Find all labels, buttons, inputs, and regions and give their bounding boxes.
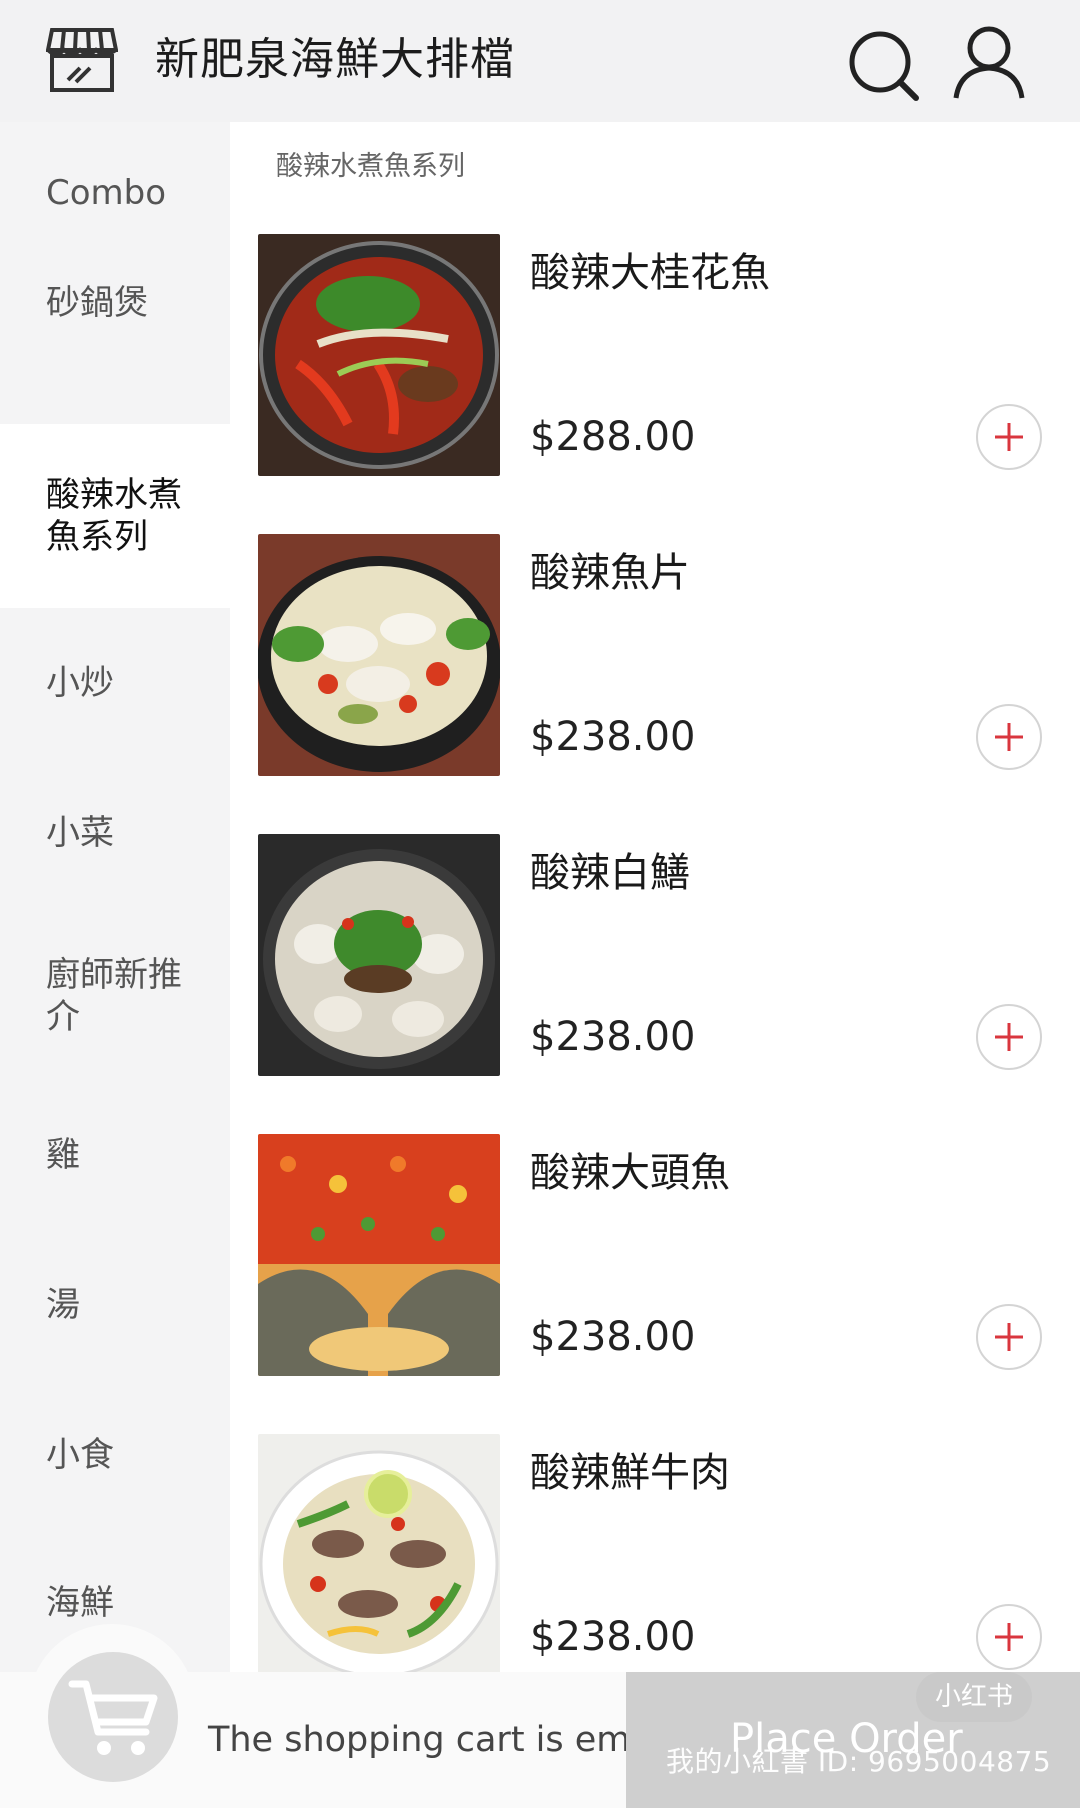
add-to-cart-button[interactable] (976, 1604, 1042, 1670)
sidebar-item-label: 小菜 (46, 813, 114, 853)
plus-icon (995, 723, 1023, 751)
sidebar-item-soup[interactable]: 湯 (0, 1284, 230, 1334)
dish-item[interactable]: 酸辣大頭魚 $238.00 (258, 1134, 1058, 1376)
sidebar-item-chicken[interactable]: 雞 (0, 1134, 230, 1184)
dish-price: $238.00 (530, 1314, 696, 1360)
sidebar-item-label: 廚師新推介 (46, 955, 182, 1037)
sidebar-item-label: 砂鍋煲 (46, 283, 148, 323)
sidebar-item-sour-spicy-fish[interactable]: 酸辣水煮魚系列 (0, 424, 230, 608)
sidebar-item-chef-recommend[interactable]: 廚師新推介 (0, 954, 230, 1044)
dish-list: 酸辣水煮魚系列 酸辣大桂花魚 $288.00 酸辣魚片 $238.00 酸辣白鱔… (230, 122, 1080, 1808)
add-to-cart-button[interactable] (976, 404, 1042, 470)
dish-item[interactable]: 酸辣白鱔 $238.00 (258, 834, 1058, 1076)
dish-name: 酸辣魚片 (530, 550, 690, 596)
dish-price: $238.00 (530, 1014, 696, 1060)
dish-price: $238.00 (530, 714, 696, 760)
plus-icon (995, 423, 1023, 451)
dish-photo (258, 834, 500, 1076)
dish-photo (258, 234, 500, 476)
sidebar-item-label: 小食 (46, 1435, 114, 1475)
sidebar-item-side-dish[interactable]: 小菜 (0, 812, 230, 862)
sidebar-item-label: 海鮮 (46, 1583, 114, 1623)
dish-price: $238.00 (530, 1614, 696, 1660)
section-title: 酸辣水煮魚系列 (276, 151, 465, 182)
add-to-cart-button[interactable] (976, 1004, 1042, 1070)
app-title: 新肥泉海鮮大排檔 (155, 34, 515, 85)
dish-item[interactable]: 酸辣大桂花魚 $288.00 (258, 234, 1058, 476)
plus-icon (995, 1323, 1023, 1351)
sidebar-item-label: 湯 (46, 1285, 80, 1325)
dish-name: 酸辣白鱔 (530, 850, 690, 896)
watermark-logo: 小红书 (916, 1672, 1032, 1722)
sidebar-item-combo[interactable]: Combo (0, 172, 230, 222)
sidebar-item-label: Combo (46, 173, 167, 213)
watermark-text: 我的小紅書 ID: 9695004875 (666, 1745, 1052, 1778)
user-icon[interactable] (952, 24, 1026, 102)
search-icon[interactable] (846, 28, 922, 104)
store-icon (46, 28, 118, 92)
cart-icon (68, 1680, 158, 1755)
dish-name: 酸辣大頭魚 (530, 1150, 730, 1196)
cart-empty-text: The shopping cart is empty (208, 1720, 688, 1760)
sidebar-item-claypot[interactable]: 砂鍋煲 (0, 282, 230, 332)
sidebar-item-label: 小炒 (46, 663, 114, 703)
sidebar-item-label: 雞 (46, 1135, 80, 1175)
dish-item[interactable]: 酸辣鮮牛肉 $238.00 (258, 1434, 1058, 1676)
app-header: 新肥泉海鮮大排檔 (0, 0, 1080, 122)
cart-button[interactable] (48, 1652, 178, 1782)
dish-photo (258, 1134, 500, 1376)
dish-photo (258, 1434, 500, 1676)
sidebar-item-snacks[interactable]: 小食 (0, 1434, 230, 1484)
sidebar-item-label: 酸辣水煮魚系列 (46, 475, 182, 557)
dish-name: 酸辣鮮牛肉 (530, 1450, 730, 1496)
add-to-cart-button[interactable] (976, 1304, 1042, 1370)
plus-icon (995, 1623, 1023, 1651)
dish-price: $288.00 (530, 414, 696, 460)
plus-icon (995, 1023, 1023, 1051)
dish-photo (258, 534, 500, 776)
sidebar-item-stir-fry[interactable]: 小炒 (0, 662, 230, 712)
add-to-cart-button[interactable] (976, 704, 1042, 770)
dish-name: 酸辣大桂花魚 (530, 250, 770, 296)
dish-item[interactable]: 酸辣魚片 $238.00 (258, 534, 1058, 776)
category-sidebar: Combo 砂鍋煲 酸辣水煮魚系列 小炒 小菜 廚師新推介 雞 湯 小食 海鮮 (0, 122, 230, 1808)
